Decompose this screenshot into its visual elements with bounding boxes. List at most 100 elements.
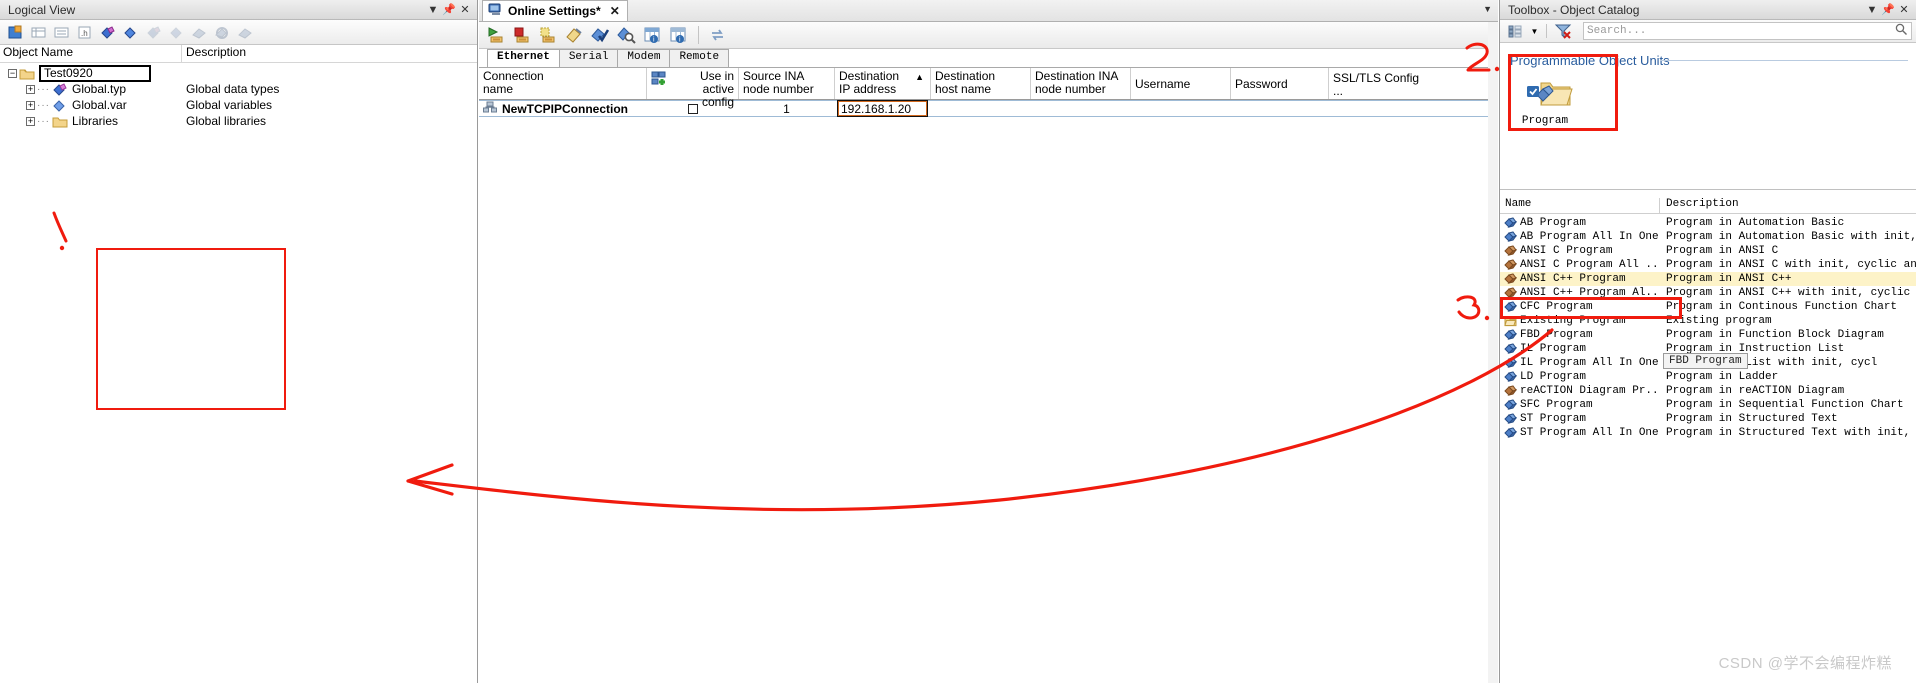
expander-icon[interactable]: − [8, 68, 17, 78]
list-item-label: ANSI C Program All ... [1520, 259, 1660, 271]
refresh-arrows-icon[interactable] [707, 24, 730, 46]
close-icon[interactable]: ✕ [1896, 2, 1912, 18]
cell-password[interactable] [1231, 100, 1329, 117]
list-item[interactable]: SFC Program Program in Sequential Functio… [1500, 398, 1916, 412]
cell-source-ina-node-number[interactable]: 1 [739, 100, 835, 117]
header-destination-ip-address[interactable]: Destination IP address ▲ [835, 68, 931, 99]
toolbox-titlebar: Toolbox - Object Catalog ▼ 📌 ✕ [1500, 0, 1916, 20]
tab-ethernet[interactable]: Ethernet [487, 49, 560, 67]
search-input[interactable]: Search... [1583, 22, 1912, 40]
header-username[interactable]: Username [1131, 68, 1231, 99]
cell-destination-ip-address[interactable]: 192.168.1.20 [835, 100, 931, 117]
tree-label-global-var[interactable]: Global.var [72, 98, 127, 112]
panel-splitter[interactable] [1500, 189, 1916, 190]
blue-cube-icon [1504, 427, 1518, 439]
cell-username[interactable] [1131, 100, 1231, 117]
search-magnify-icon[interactable] [615, 24, 638, 46]
scan-network-icon[interactable] [563, 24, 586, 46]
tab-serial[interactable]: Serial [558, 49, 619, 67]
tab-label: Online Settings* [508, 4, 601, 18]
list-item-name-cell: ST Program All In One [1500, 427, 1660, 439]
variable-icon[interactable] [120, 22, 141, 42]
column-name[interactable]: Name [1500, 198, 1660, 213]
sort-ascending-icon[interactable]: ▲ [915, 71, 924, 84]
start-connection-icon[interactable] [485, 24, 508, 46]
chevron-down-icon[interactable]: ▼ [1483, 4, 1492, 14]
header-destination-ina-node-number[interactable]: Destination INA node number [1031, 68, 1131, 99]
list-item-name-cell: AB Program [1500, 217, 1660, 229]
list-item-label: ST Program [1520, 413, 1587, 425]
list-item-label: IL Program [1520, 343, 1587, 355]
new-object-icon[interactable] [5, 22, 26, 42]
list-item-label: FBD Program [1520, 329, 1593, 341]
list-item[interactable]: ANSI C++ Program Program in ANSI C++ [1500, 272, 1916, 286]
tree-connector: ··· [37, 115, 50, 127]
tree-label-global-typ[interactable]: Global.typ [72, 82, 126, 96]
blue-cube-icon [1504, 399, 1518, 411]
configure-connection-icon[interactable] [537, 24, 560, 46]
close-icon[interactable]: ✕ [606, 4, 620, 18]
close-icon[interactable]: ✕ [457, 2, 473, 18]
header-source-ina-node-number[interactable]: Source INA node number [739, 68, 835, 99]
expander-icon[interactable]: + [26, 116, 35, 126]
list-item[interactable]: ANSI C Program All ... Program in ANSI C … [1500, 258, 1916, 272]
header-connection-name[interactable]: Connection name [479, 68, 647, 99]
header-file-icon[interactable]: .h [74, 22, 95, 42]
list-item[interactable]: AB Program Program in Automation Basic [1500, 216, 1916, 230]
expander-icon[interactable]: + [26, 100, 35, 110]
header-ssl-tls-config[interactable]: SSL/TLS Config ... [1329, 68, 1433, 99]
chevron-down-icon[interactable]: ▼ [1529, 21, 1540, 41]
properties-view-icon[interactable] [51, 22, 72, 42]
table-row[interactable]: NewTCPIPConnection 1 192.168.1.20 [479, 100, 1498, 117]
tab-remote[interactable]: Remote [669, 49, 730, 67]
list-item[interactable]: FBD Program Program in Function Block Dia… [1500, 328, 1916, 342]
tree-column-headers: Object Name Description [0, 45, 477, 63]
pin-icon[interactable]: 📌 [1880, 2, 1896, 18]
connection-icon [483, 101, 497, 117]
column-description[interactable]: Description [1660, 198, 1916, 213]
variable-disabled-icon [166, 22, 187, 42]
brown-cube-icon [1504, 385, 1518, 397]
column-object-name: Object Name [0, 45, 182, 62]
search-icon[interactable] [1895, 23, 1908, 40]
tab-online-settings[interactable]: Online Settings* ✕ [482, 0, 628, 21]
clear-filter-icon[interactable] [1553, 21, 1574, 41]
chevron-down-icon[interactable]: ▼ [1864, 2, 1880, 18]
cell-connection-name[interactable]: NewTCPIPConnection [479, 100, 647, 117]
data-type-icon[interactable] [97, 22, 118, 42]
tree-label-libraries[interactable]: Libraries [72, 114, 118, 128]
list-item-description: Program in Structured Text with init, cy… [1666, 427, 1916, 439]
tab-modem[interactable]: Modem [617, 49, 671, 67]
tree-item-root[interactable]: − Test0920 [0, 64, 477, 82]
header-destination-host-name[interactable]: Destination host name [931, 68, 1031, 99]
tree-item-global-var[interactable]: + ··· Global.var Global variables [0, 97, 477, 113]
apply-check-icon[interactable] [589, 24, 612, 46]
header-password[interactable]: Password [1231, 68, 1329, 99]
chevron-down-icon[interactable]: ▼ [425, 2, 441, 18]
ip-address-input[interactable]: 192.168.1.20 [837, 100, 928, 117]
expander-icon[interactable]: + [26, 84, 35, 94]
center-scrollbar[interactable] [1488, 22, 1498, 683]
list-item-label: reACTION Diagram Pr... [1520, 385, 1660, 397]
blue-cube-icon [1504, 357, 1518, 369]
cell-destination-ina-node-number[interactable] [1031, 100, 1131, 117]
list-item[interactable]: ANSI C Program Program in ANSI C [1500, 244, 1916, 258]
list-item[interactable]: LD Program Program in Ladder [1500, 370, 1916, 384]
tree-label-root[interactable]: Test0920 [39, 64, 151, 82]
table-info-icon-2[interactable]: i [667, 24, 690, 46]
list-item[interactable]: AB Program All In One Program in Automati… [1500, 230, 1916, 244]
group-list-icon[interactable] [1505, 21, 1526, 41]
table-info-icon-1[interactable]: i [641, 24, 664, 46]
tree-item-libraries[interactable]: + ··· Libraries Global libraries [0, 113, 477, 129]
stop-connection-icon[interactable] [511, 24, 534, 46]
cell-destination-host-name[interactable] [931, 100, 1031, 117]
list-item[interactable]: reACTION Diagram Pr... Program in reACTIO… [1500, 384, 1916, 398]
table-view-icon[interactable] [28, 22, 49, 42]
header-use-in-active-config[interactable]: Use in active config [647, 68, 739, 109]
list-item-name-cell: ANSI C Program All ... [1500, 259, 1660, 271]
tree-item-global-typ[interactable]: + ··· Global.typ Global data types [0, 81, 477, 97]
cell-ssl-tls-config[interactable] [1329, 100, 1433, 117]
list-item[interactable]: ST Program Program in Structured Text [1500, 412, 1916, 426]
pin-icon[interactable]: 📌 [441, 2, 457, 18]
list-item[interactable]: ST Program All In One Program in Structur… [1500, 426, 1916, 440]
